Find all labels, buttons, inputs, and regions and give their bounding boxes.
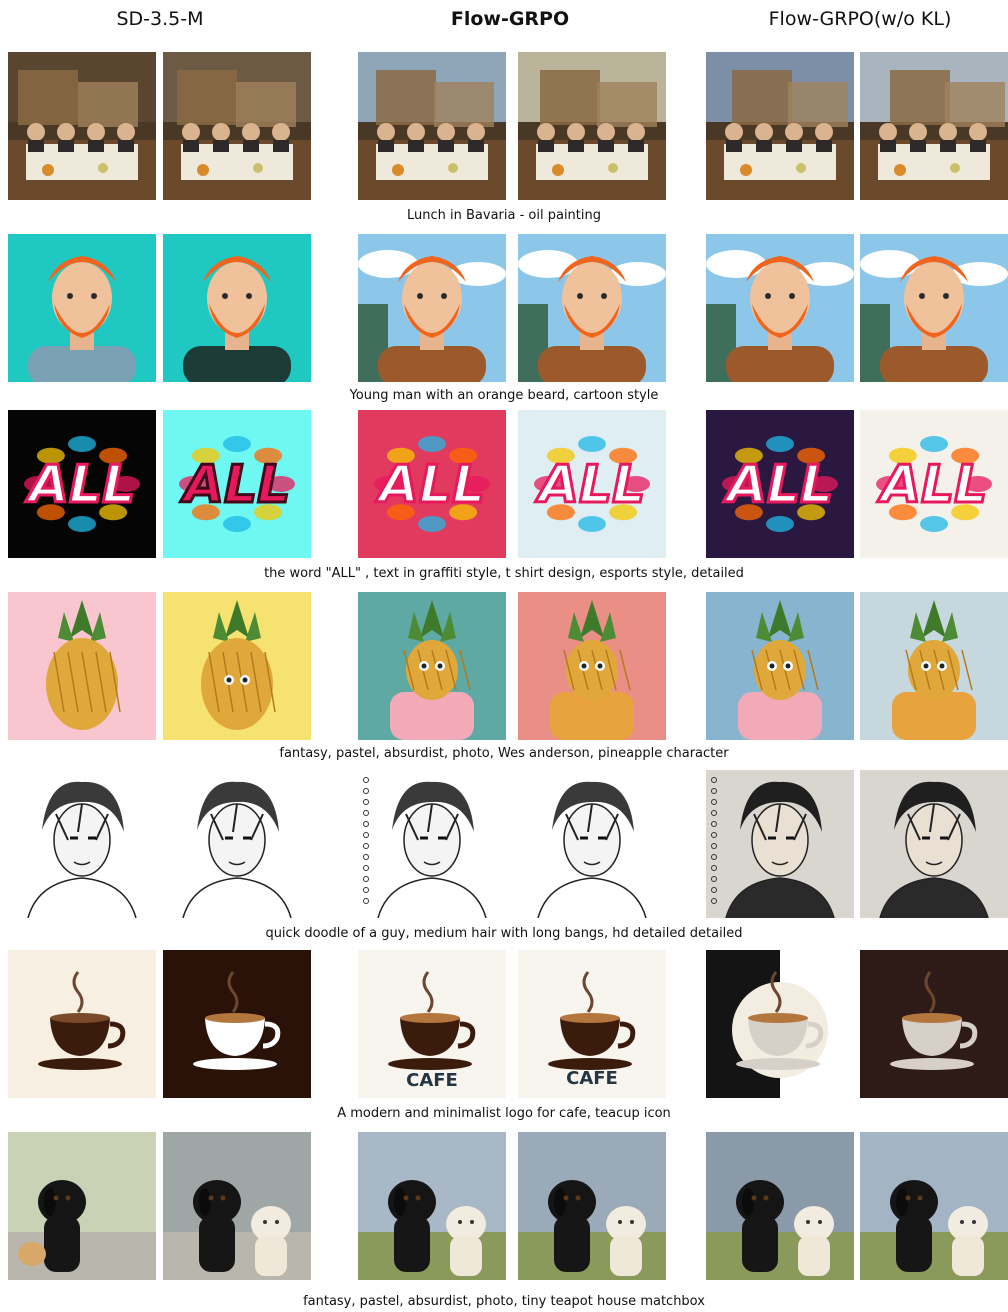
image-pineapple-1 (8, 592, 156, 740)
image-graffiti-4: ALL (518, 410, 666, 558)
image-sketch-3 (358, 770, 506, 918)
image-beard-1 (8, 234, 156, 382)
image-painting-4 (518, 52, 666, 200)
image-sketch-6 (860, 770, 1008, 918)
image-sketch-4 (518, 770, 666, 918)
image-graffiti-6: ALL (860, 410, 1008, 558)
image-cafe-3: CAFE (358, 950, 506, 1098)
image-dogs-6 (860, 1132, 1008, 1280)
image-painting-1 (8, 52, 156, 200)
graffiti-word: ALL (723, 455, 834, 515)
caption-row-5: quick doodle of a guy, medium hair with … (265, 926, 743, 941)
graffiti-word: ALL (180, 455, 291, 515)
caption-row-3: the word "ALL" , text in graffiti style,… (264, 566, 744, 581)
image-cafe-2 (163, 950, 311, 1098)
image-beard-5 (706, 234, 854, 382)
image-beard-2 (163, 234, 311, 382)
graffiti-word: ALL (375, 455, 486, 515)
image-painting-2 (163, 52, 311, 200)
image-beard-4 (518, 234, 666, 382)
image-sketch-1 (8, 770, 156, 918)
column-header-flow-grpo-wo-kl: Flow-GRPO(w/o KL) (768, 8, 952, 30)
image-dogs-3 (358, 1132, 506, 1280)
image-beard-3 (358, 234, 506, 382)
column-header-flow-grpo: Flow-GRPO (450, 8, 570, 30)
column-header-sd35m: SD-3.5-M (116, 8, 204, 30)
image-dogs-2 (163, 1132, 311, 1280)
graffiti-word: ALL (25, 455, 136, 515)
image-cafe-6 (860, 950, 1008, 1098)
caption-row-4: fantasy, pastel, absurdist, photo, Wes a… (279, 746, 729, 761)
image-painting-6 (860, 52, 1008, 200)
cafe-word: CAFE (406, 1070, 458, 1091)
image-dogs-5 (706, 1132, 854, 1280)
image-cafe-5 (706, 950, 854, 1098)
image-dogs-1 (8, 1132, 156, 1280)
image-pineapple-6 (860, 592, 1008, 740)
image-graffiti-2: ALL (163, 410, 311, 558)
cafe-word: CAFE (566, 1068, 618, 1089)
caption-row-6: A modern and minimalist logo for cafe, t… (337, 1106, 671, 1121)
image-graffiti-3: ALL (358, 410, 506, 558)
image-cafe-4: CAFE (518, 950, 666, 1098)
caption-row-7: fantasy, pastel, absurdist, photo, tiny … (303, 1294, 705, 1309)
image-pineapple-4 (518, 592, 666, 740)
graffiti-word: ALL (535, 455, 646, 515)
image-sketch-2 (163, 770, 311, 918)
image-pineapple-5 (706, 592, 854, 740)
graffiti-word: ALL (877, 455, 988, 515)
image-pineapple-3 (358, 592, 506, 740)
caption-row-1: Lunch in Bavaria - oil painting (407, 208, 601, 223)
image-graffiti-1: ALL (8, 410, 156, 558)
image-beard-6 (860, 234, 1008, 382)
caption-row-2: Young man with an orange beard, cartoon … (349, 388, 659, 403)
image-cafe-1 (8, 950, 156, 1098)
image-pineapple-2 (163, 592, 311, 740)
image-dogs-4 (518, 1132, 666, 1280)
image-sketch-5 (706, 770, 854, 918)
image-painting-5 (706, 52, 854, 200)
image-graffiti-5: ALL (706, 410, 854, 558)
image-painting-3 (358, 52, 506, 200)
